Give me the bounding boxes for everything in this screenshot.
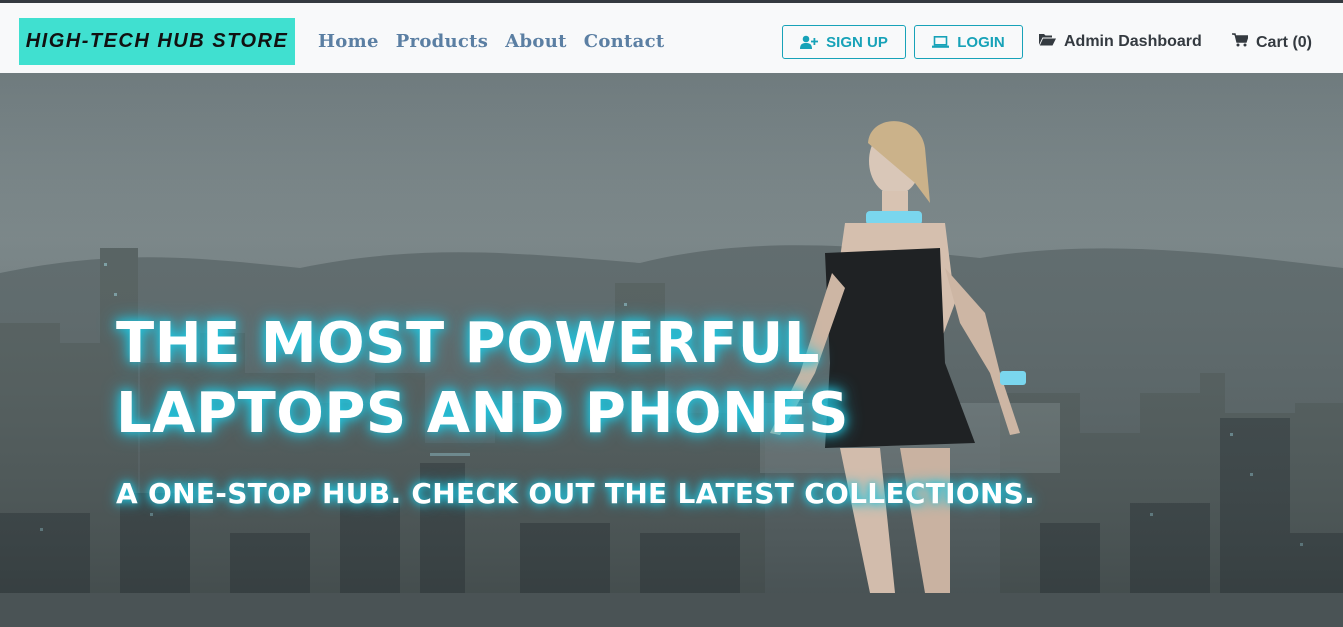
login-button[interactable]: LOGIN — [914, 25, 1023, 59]
folder-open-icon — [1039, 33, 1056, 51]
brand-logo[interactable]: HIGH-TECH HUB STORE — [19, 18, 295, 65]
nav-link-home[interactable]: Home — [318, 31, 379, 52]
user-plus-icon — [800, 35, 819, 49]
signup-button[interactable]: SIGN UP — [782, 25, 906, 59]
cart-icon — [1232, 33, 1249, 52]
navbar: HIGH-TECH HUB STORE Home Products About … — [0, 3, 1343, 73]
cart-label: Cart (0) — [1256, 33, 1313, 51]
nav-links: Home Products About Contact — [318, 31, 664, 52]
nav-link-about[interactable]: About — [505, 31, 566, 52]
admin-dashboard-link[interactable]: Admin Dashboard — [1039, 33, 1202, 51]
hero-subtitle: A ONE-STOP HUB. CHECK OUT THE LATEST COL… — [116, 477, 1036, 510]
admin-dashboard-label: Admin Dashboard — [1064, 33, 1202, 50]
nav-link-contact[interactable]: Contact — [584, 31, 665, 52]
nav-link-products[interactable]: Products — [396, 31, 489, 52]
signup-label: SIGN UP — [826, 33, 888, 51]
hero-title: THE MOST POWERFUL LAPTOPS AND PHONES — [116, 311, 849, 446]
login-label: LOGIN — [957, 33, 1005, 51]
hero-banner: THE MOST POWERFUL LAPTOPS AND PHONES A O… — [0, 73, 1343, 627]
laptop-icon — [932, 36, 950, 48]
cart-link[interactable]: Cart (0) — [1232, 33, 1312, 52]
